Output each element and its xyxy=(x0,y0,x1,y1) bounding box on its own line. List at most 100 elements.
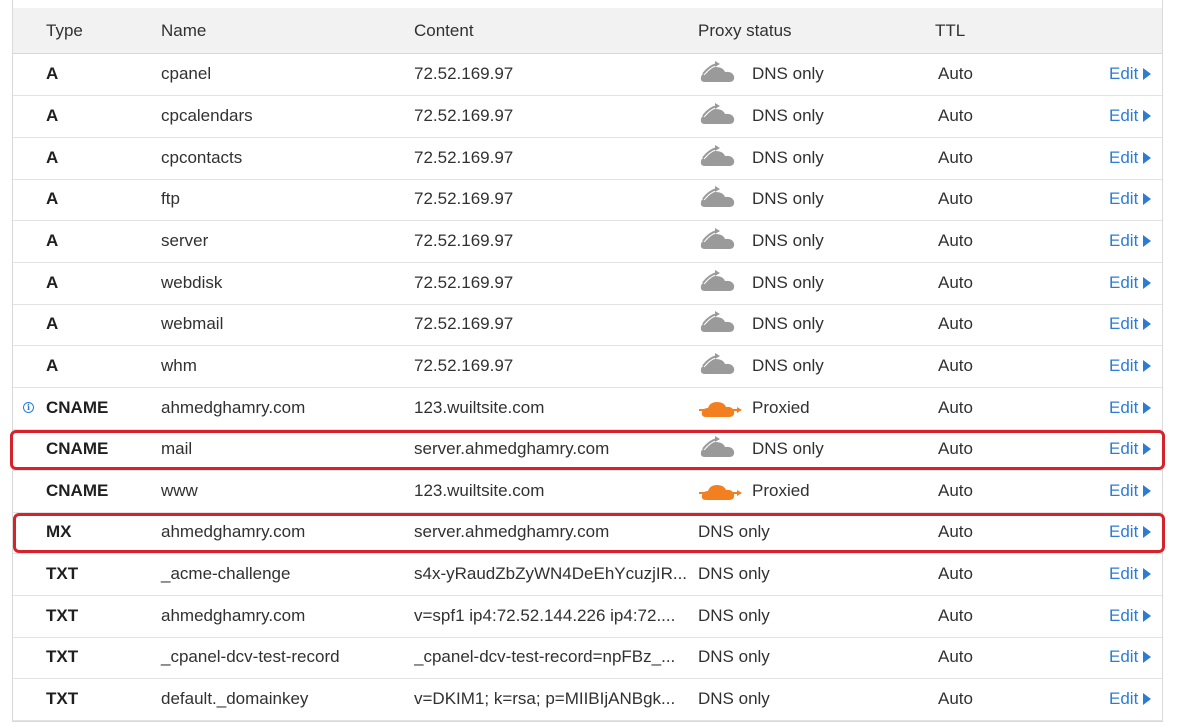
cloud-gray-icon xyxy=(699,227,737,253)
column-header-proxy-status[interactable]: Proxy status xyxy=(698,21,792,41)
caret-right-icon[interactable] xyxy=(1143,360,1152,372)
cloud-gray-icon xyxy=(699,144,737,170)
edit-link[interactable]: Edit xyxy=(1109,189,1152,209)
edit-label[interactable]: Edit xyxy=(1109,647,1138,666)
record-ttl: Auto xyxy=(938,522,973,541)
edit-label[interactable]: Edit xyxy=(1109,148,1138,167)
proxy-status: DNS only xyxy=(752,356,824,375)
edit-link[interactable]: Edit xyxy=(1109,231,1152,251)
table-row[interactable]: Aftp 72.52.169.97 DNS only Auto Edit xyxy=(13,179,1162,221)
edit-link[interactable]: Edit xyxy=(1109,522,1152,542)
column-header-content[interactable]: Content xyxy=(414,21,474,41)
edit-link[interactable]: Edit xyxy=(1109,481,1152,501)
edit-link[interactable]: Edit xyxy=(1109,689,1152,709)
record-type: A xyxy=(46,189,59,208)
table-row[interactable]: TXT _acme-challenge s4x-yRaudZbZyWN4DeEhYc… xyxy=(13,554,1162,596)
caret-right-icon[interactable] xyxy=(1143,485,1152,497)
caret-right-icon[interactable] xyxy=(1143,568,1152,580)
caret-right-icon[interactable] xyxy=(1143,193,1152,205)
edit-label[interactable]: Edit xyxy=(1109,522,1138,541)
record-type: A xyxy=(46,231,59,250)
edit-label[interactable]: Edit xyxy=(1109,481,1138,500)
record-type: A xyxy=(46,314,59,333)
record-type: TXT xyxy=(46,564,79,583)
record-type: A xyxy=(46,106,59,125)
dns-records-table: Type Name Content Proxy status TTL Acpan… xyxy=(12,0,1163,722)
edit-link[interactable]: Edit xyxy=(1109,647,1152,667)
edit-label[interactable]: Edit xyxy=(1109,439,1138,458)
caret-right-icon[interactable] xyxy=(1143,277,1152,289)
caret-right-icon[interactable] xyxy=(1143,402,1152,414)
edit-label[interactable]: Edit xyxy=(1109,189,1138,208)
table-row[interactable]: i CNAME ahmedghamry.com 123.wuiltsite.com P… xyxy=(13,388,1162,430)
table-row[interactable]: MX ahmedghamry.com server.ahmedghamry.com D… xyxy=(13,512,1162,554)
edit-link[interactable]: Edit xyxy=(1109,564,1152,584)
edit-link[interactable]: Edit xyxy=(1109,273,1152,293)
edit-label[interactable]: Edit xyxy=(1109,398,1138,417)
cloud-orange-icon xyxy=(699,477,742,503)
record-name: ahmedghamry.com xyxy=(161,522,306,541)
column-header-type[interactable]: Type xyxy=(46,21,83,41)
table-row[interactable]: CNAME www 123.wuiltsite.com Proxied Auto Edi… xyxy=(13,471,1162,513)
column-header-ttl[interactable]: TTL xyxy=(935,21,965,41)
table-row[interactable]: TXT default._domainkey v=DKIM1; k=rsa; p=M… xyxy=(13,679,1162,721)
edit-label[interactable]: Edit xyxy=(1109,356,1138,375)
edit-label[interactable]: Edit xyxy=(1109,273,1138,292)
edit-label[interactable]: Edit xyxy=(1109,64,1138,83)
record-ttl: Auto xyxy=(938,231,973,250)
edit-link[interactable]: Edit xyxy=(1109,398,1152,418)
record-name: whm xyxy=(161,356,197,375)
caret-right-icon[interactable] xyxy=(1143,693,1152,705)
cloud-orange-icon xyxy=(699,394,742,420)
edit-link[interactable]: Edit xyxy=(1109,106,1152,126)
record-content: 72.52.169.97 xyxy=(414,356,514,375)
record-type: TXT xyxy=(46,647,79,666)
table-row[interactable]: Aserver 72.52.169.97 DNS only Auto Edit xyxy=(13,221,1162,263)
table-row[interactable]: CNAME mail server.ahmedghamry.com DNS only… xyxy=(13,429,1162,471)
edit-link[interactable]: Edit xyxy=(1109,606,1152,626)
edit-link[interactable]: Edit xyxy=(1109,439,1152,459)
caret-right-icon[interactable] xyxy=(1143,152,1152,164)
record-name: server xyxy=(161,231,209,250)
caret-right-icon[interactable] xyxy=(1143,318,1152,330)
caret-right-icon[interactable] xyxy=(1143,110,1152,122)
record-ttl: Auto xyxy=(938,606,973,625)
cloud-gray-icon xyxy=(699,352,737,378)
record-ttl: Auto xyxy=(938,64,973,83)
caret-right-icon[interactable] xyxy=(1143,526,1152,538)
edit-label[interactable]: Edit xyxy=(1109,106,1138,125)
edit-label[interactable]: Edit xyxy=(1109,689,1138,708)
edit-label[interactable]: Edit xyxy=(1109,231,1138,250)
edit-label[interactable]: Edit xyxy=(1109,564,1138,583)
table-row[interactable]: Acpanel 72.52.169.97 DNS only Auto Edit xyxy=(13,54,1162,96)
edit-link[interactable]: Edit xyxy=(1109,64,1152,84)
cloud-gray-icon xyxy=(699,60,737,86)
edit-label[interactable]: Edit xyxy=(1109,314,1138,333)
caret-right-icon[interactable] xyxy=(1143,443,1152,455)
proxy-status: DNS only xyxy=(752,148,824,167)
table-row[interactable]: Acpcontacts 72.52.169.97 DNS only Auto Edit xyxy=(13,138,1162,180)
info-icon[interactable]: i xyxy=(23,402,34,413)
edit-link[interactable]: Edit xyxy=(1109,314,1152,334)
record-type: A xyxy=(46,356,59,375)
record-content: 123.wuiltsite.com xyxy=(414,398,545,417)
table-row[interactable]: Acpcalendars 72.52.169.97 DNS only Auto Edi… xyxy=(13,96,1162,138)
record-name: ahmedghamry.com xyxy=(161,398,306,417)
caret-right-icon[interactable] xyxy=(1143,610,1152,622)
table-row[interactable]: TXT ahmedghamry.com v=spf1 ip4:72.52.144.2… xyxy=(13,596,1162,638)
caret-right-icon[interactable] xyxy=(1143,68,1152,80)
caret-right-icon[interactable] xyxy=(1143,235,1152,247)
table-row[interactable]: Awhm 72.52.169.97 DNS only Auto Edit xyxy=(13,346,1162,388)
record-type: A xyxy=(46,273,59,292)
column-header-name[interactable]: Name xyxy=(161,21,206,41)
proxy-status: Proxied xyxy=(752,398,810,417)
edit-link[interactable]: Edit xyxy=(1109,356,1152,376)
caret-right-icon[interactable] xyxy=(1143,651,1152,663)
table-row[interactable]: Awebdisk 72.52.169.97 DNS only Auto Edit xyxy=(13,263,1162,305)
table-row[interactable]: TXT _cpanel-dcv-test-record _cpanel-dcv-te… xyxy=(13,637,1162,679)
edit-link[interactable]: Edit xyxy=(1109,148,1152,168)
proxy-status: DNS only xyxy=(752,64,824,83)
table-row[interactable]: Awebmail 72.52.169.97 DNS only Auto Edit xyxy=(13,304,1162,346)
edit-label[interactable]: Edit xyxy=(1109,606,1138,625)
cloud-gray-icon xyxy=(699,102,737,128)
